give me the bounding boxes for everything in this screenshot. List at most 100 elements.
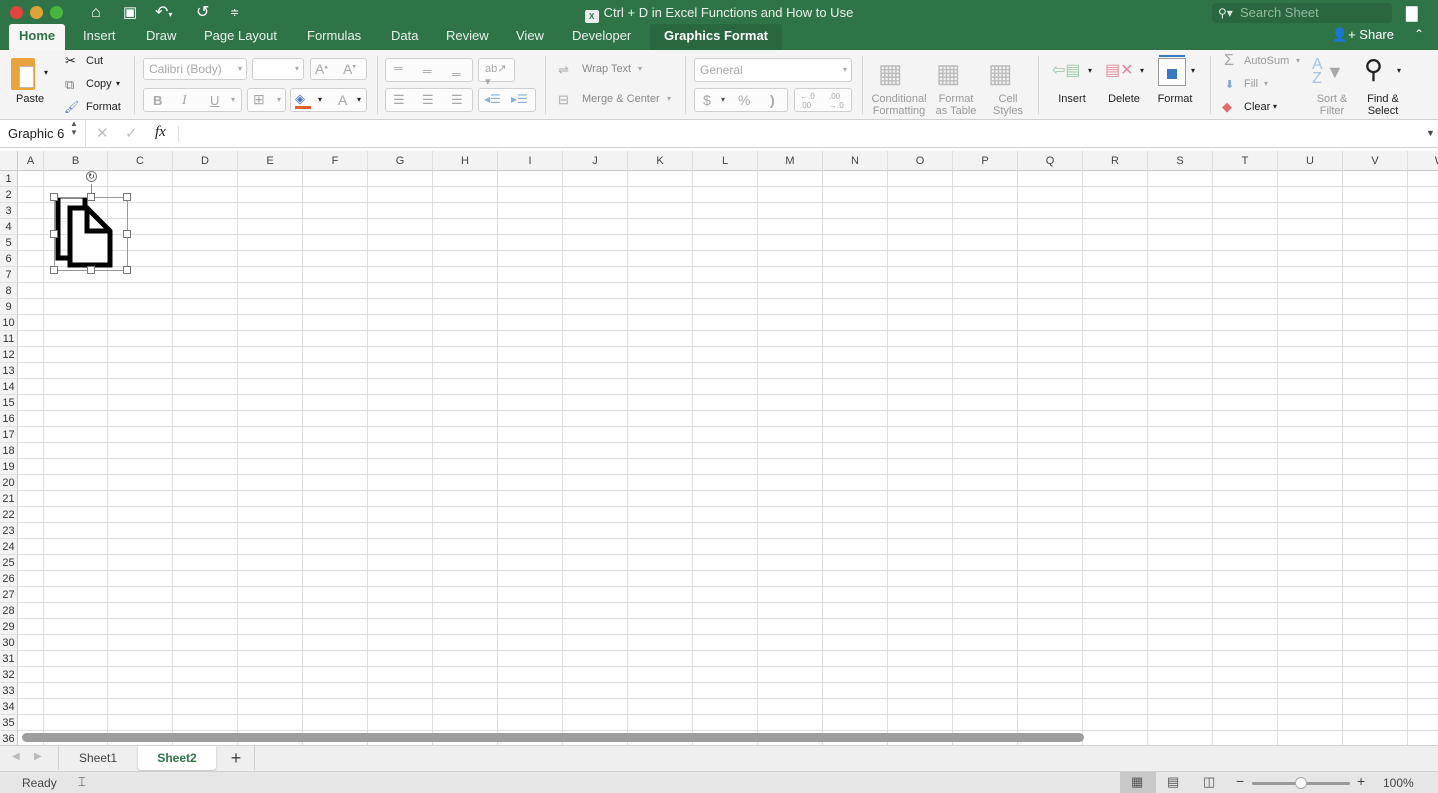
row-header-2[interactable]: 2 <box>0 187 18 203</box>
chevron-down-icon[interactable]: ▾ <box>1273 102 1277 111</box>
row-header-15[interactable]: 15 <box>0 395 18 411</box>
column-header-s[interactable]: S <box>1148 151 1213 171</box>
row-header-1[interactable]: 1 <box>0 171 18 187</box>
chevron-down-icon[interactable]: ▾ <box>721 95 725 104</box>
row-header-14[interactable]: 14 <box>0 379 18 395</box>
column-header-d[interactable]: D <box>173 151 238 171</box>
tab-developer[interactable]: Developer <box>562 24 641 50</box>
select-all-corner[interactable] <box>0 151 18 171</box>
cell-styles-button[interactable]: Cell Styles <box>988 93 1028 117</box>
row-header-30[interactable]: 30 <box>0 635 18 651</box>
paste-dropdown-icon[interactable]: ▾ <box>44 68 48 77</box>
row-header-6[interactable]: 6 <box>0 251 18 267</box>
tab-view[interactable]: View <box>506 24 554 50</box>
row-header-7[interactable]: 7 <box>0 267 18 283</box>
chevron-down-icon[interactable]: ▾ <box>1191 66 1195 75</box>
column-header-t[interactable]: T <box>1213 151 1278 171</box>
row-header-12[interactable]: 12 <box>0 347 18 363</box>
row-header-35[interactable]: 35 <box>0 715 18 731</box>
column-header-f[interactable]: F <box>303 151 368 171</box>
comma-style-button[interactable]: ) <box>770 92 775 108</box>
column-header-k[interactable]: K <box>628 151 693 171</box>
delete-cells-button[interactable]: Delete <box>1104 93 1144 105</box>
column-header-p[interactable]: P <box>953 151 1018 171</box>
row-header-36[interactable]: 36 <box>0 731 18 745</box>
chevron-down-icon[interactable]: ▾ <box>1140 66 1144 75</box>
zoom-in-button[interactable]: + <box>1357 773 1365 789</box>
row-header-31[interactable]: 31 <box>0 651 18 667</box>
page-layout-view-icon[interactable]: ▤ <box>1167 774 1179 790</box>
bold-button[interactable]: B <box>153 93 162 108</box>
tab-graphics-format[interactable]: Graphics Format <box>650 24 782 50</box>
wrap-text-button[interactable]: Wrap Text <box>582 63 631 75</box>
decrease-indent-icon[interactable]: ◂☰ <box>484 92 501 106</box>
worksheet-grid[interactable]: ABCDEFGHIJKLMNOPQRSTUVW12345678910111213… <box>0 151 1438 745</box>
underline-button[interactable]: U <box>210 93 219 108</box>
insert-function-button[interactable]: fx <box>155 124 166 141</box>
tab-review[interactable]: Review <box>436 24 499 50</box>
copy-dropdown-icon[interactable]: ▾ <box>116 79 120 88</box>
decrease-decimal-icon[interactable]: .00 →.0 <box>829 92 844 110</box>
row-header-9[interactable]: 9 <box>0 299 18 315</box>
borders-button[interactable]: ⊞ ▾ <box>247 88 286 112</box>
row-header-24[interactable]: 24 <box>0 539 18 555</box>
align-center-icon[interactable]: ☰ <box>422 92 434 108</box>
sheet-tab-sheet2[interactable]: Sheet2 <box>138 746 216 770</box>
rotate-handle-icon[interactable]: ↻ <box>86 171 97 182</box>
find-select-button[interactable]: Find & Select <box>1362 93 1404 117</box>
row-header-20[interactable]: 20 <box>0 475 18 491</box>
zoom-slider[interactable] <box>1252 777 1350 789</box>
increase-decimal-icon[interactable]: ←.0.00 <box>800 92 815 110</box>
tab-draw[interactable]: Draw <box>136 24 186 50</box>
fill-color-icon[interactable]: ◈ <box>295 91 305 107</box>
percent-button[interactable]: % <box>738 92 750 108</box>
column-header-l[interactable]: L <box>693 151 758 171</box>
row-header-25[interactable]: 25 <box>0 555 18 571</box>
row-header-11[interactable]: 11 <box>0 331 18 347</box>
resize-handle-n[interactable] <box>87 193 95 201</box>
tab-page-layout[interactable]: Page Layout <box>194 24 287 50</box>
row-header-13[interactable]: 13 <box>0 363 18 379</box>
font-color-button[interactable]: A <box>338 92 347 108</box>
row-header-32[interactable]: 32 <box>0 667 18 683</box>
tab-home[interactable]: Home <box>9 24 66 50</box>
align-left-icon[interactable]: ☰ <box>393 92 405 108</box>
row-header-19[interactable]: 19 <box>0 459 18 475</box>
autosum-button[interactable]: AutoSum <box>1244 55 1289 67</box>
resize-handle-s[interactable] <box>87 266 95 274</box>
format-as-table-button[interactable]: Format as Table <box>930 93 982 117</box>
row-header-22[interactable]: 22 <box>0 507 18 523</box>
sheet-tab-sheet1[interactable]: Sheet1 <box>60 746 136 770</box>
expand-formula-bar-icon[interactable]: ▼ <box>1426 128 1435 138</box>
align-middle-icon[interactable]: ═ <box>423 64 432 78</box>
currency-button[interactable]: $ <box>703 92 711 108</box>
column-header-r[interactable]: R <box>1083 151 1148 171</box>
column-header-g[interactable]: G <box>368 151 433 171</box>
page-break-view-icon[interactable]: ◫ <box>1203 774 1215 790</box>
scroll-sheets-right-icon[interactable]: ▶ <box>34 751 42 762</box>
row-header-33[interactable]: 33 <box>0 683 18 699</box>
row-header-28[interactable]: 28 <box>0 603 18 619</box>
row-header-21[interactable]: 21 <box>0 491 18 507</box>
row-header-4[interactable]: 4 <box>0 219 18 235</box>
align-bottom-icon[interactable]: ═ <box>452 67 461 81</box>
row-header-8[interactable]: 8 <box>0 283 18 299</box>
row-header-16[interactable]: 16 <box>0 411 18 427</box>
resize-handle-sw[interactable] <box>50 266 58 274</box>
macro-recording-icon[interactable]: ⌶ <box>78 774 86 790</box>
collapse-ribbon-icon[interactable]: ⌃ <box>1414 27 1424 41</box>
enter-icon[interactable]: ✓ <box>125 124 138 142</box>
tab-formulas[interactable]: Formulas <box>297 24 371 50</box>
conditional-formatting-button[interactable]: Conditional Formatting <box>866 93 932 117</box>
orientation-button[interactable]: ab↗ ▾ <box>478 58 515 88</box>
comments-icon[interactable]: ▇ <box>1406 4 1418 22</box>
column-header-c[interactable]: C <box>108 151 173 171</box>
row-header-5[interactable]: 5 <box>0 235 18 251</box>
row-header-27[interactable]: 27 <box>0 587 18 603</box>
horizontal-scrollbar[interactable] <box>22 733 1084 742</box>
column-header-a[interactable]: A <box>18 151 44 171</box>
italic-button[interactable]: I <box>182 93 187 109</box>
selected-graphic[interactable] <box>54 197 128 271</box>
chevron-down-icon[interactable]: ▾ <box>318 95 322 104</box>
name-box-stepper-icon[interactable]: ▲ ▼ <box>70 119 78 137</box>
